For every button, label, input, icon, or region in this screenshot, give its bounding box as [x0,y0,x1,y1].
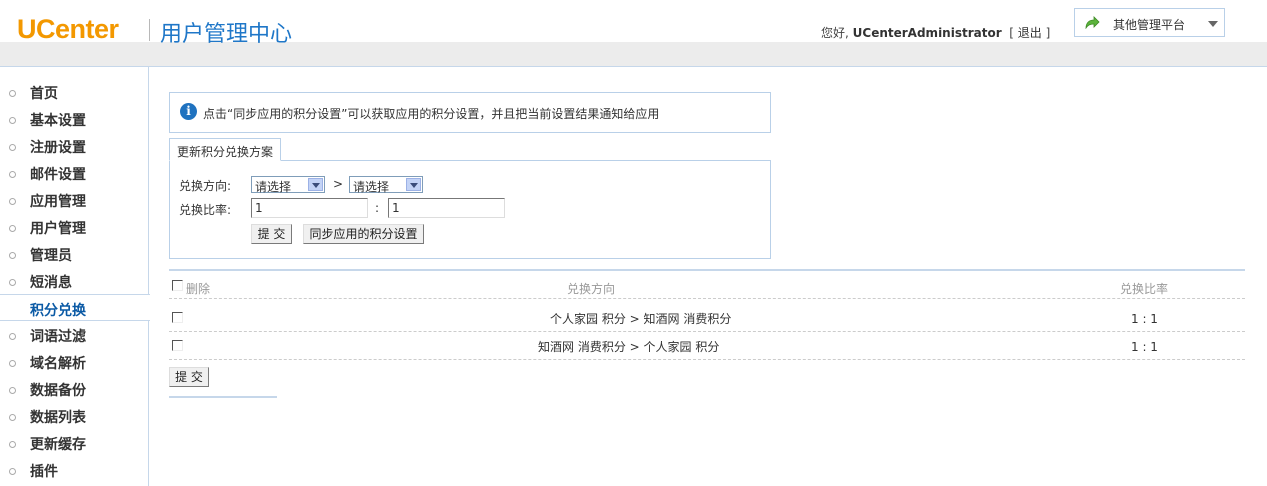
other-platform-dropdown[interactable]: 其他管理平台 [1074,8,1225,37]
bullet-icon [9,225,16,232]
sidebar-item-label: 更新缓存 [30,437,86,453]
table-header: 删除 兑换方向 兑换比率 [169,271,1245,299]
sync-credit-settings-button[interactable]: 同步应用的积分设置 [303,224,424,244]
table-row: 个人家园 积分 > 知酒网 消费积分 1 : 1 [169,304,1245,332]
bullet-icon [9,198,16,205]
sidebar-item-mail-settings[interactable]: 邮件设置 [0,159,149,186]
bullet-icon [9,441,16,448]
ratio-label: 兑换比率: [179,203,232,217]
sidebar: 首页 基本设置 注册设置 邮件设置 应用管理 用户管理 管理员 短消息 积分兑换… [0,67,150,486]
sidebar-item-data-list[interactable]: 数据列表 [0,402,149,429]
bullet-icon [9,468,16,475]
info-notice: i 点击“同步应用的积分设置”可以获取应用的积分设置，并且把当前设置结果通知给应… [169,92,771,133]
tab-update-exchange[interactable]: 更新积分兑换方案 [169,138,281,161]
sidebar-item-label: 词语过滤 [30,329,86,345]
chevron-down-icon [308,178,323,191]
header-delete: 删除 [186,282,211,296]
logo-divider [149,19,150,41]
ratio-from-value: 1 [255,201,263,215]
from-credit-select[interactable]: 请选择 [251,176,325,194]
sidebar-item-register-settings[interactable]: 注册设置 [0,132,149,159]
select-value: 请选择 [353,180,390,194]
delete-submit-button[interactable]: 提 交 [169,367,209,387]
ratio-separator: : [375,201,380,215]
sidebar-item-label: 数据列表 [30,410,86,426]
sidebar-item-cache[interactable]: 更新缓存 [0,429,149,456]
bullet-icon [9,117,16,124]
logout-bracket-close: ] [1045,26,1051,40]
sidebar-item-home[interactable]: 首页 [0,78,149,105]
sidebar-item-apps[interactable]: 应用管理 [0,186,149,213]
chevron-down-icon [406,178,421,191]
greeting: 您好, [821,26,849,40]
header: UCenter 用户管理中心 您好, UCenterAdministrator … [0,0,1267,67]
logout-link[interactable]: 退出 [1018,26,1042,40]
sidebar-item-label: 用户管理 [30,221,86,237]
info-icon: i [180,103,197,120]
ratio-to-input[interactable]: 1 [388,198,505,218]
sidebar-item-label: 应用管理 [30,194,86,210]
sidebar-item-label: 短消息 [30,275,72,291]
sidebar-item-label: 数据备份 [30,383,86,399]
sidebar-item-label: 插件 [30,464,58,480]
sidebar-item-users[interactable]: 用户管理 [0,213,149,240]
bullet-icon [9,252,16,259]
platform-label: 其他管理平台 [1113,18,1186,32]
row-ratio: 1 : 1 [1131,312,1158,326]
table-row: 知酒网 消费积分 > 个人家园 积分 1 : 1 [169,332,1245,360]
username: UCenterAdministrator [852,26,1002,40]
sidebar-item-admins[interactable]: 管理员 [0,240,149,267]
select-value: 请选择 [255,180,292,194]
header-ratio: 兑换比率 [1120,282,1169,296]
tab-label: 更新积分兑换方案 [177,145,274,159]
site-title: 用户管理中心 [160,22,293,47]
sidebar-item-credit-exchange[interactable]: 积分兑换 [0,294,150,321]
ratio-from-input[interactable]: 1 [251,198,368,218]
direction-arrow: > [333,177,344,191]
row-direction: 知酒网 消费积分 > 个人家园 积分 [538,340,720,354]
sidebar-item-label: 基本设置 [30,113,86,129]
bullet-icon [9,414,16,421]
user-info: 您好, UCenterAdministrator [ 退出 ] [821,24,1050,41]
bullet-icon [9,360,16,367]
logout-bracket-open: [ [1009,26,1014,40]
main-content: i 点击“同步应用的积分设置”可以获取应用的积分设置，并且把当前设置结果通知给应… [169,67,1249,486]
sidebar-item-label: 注册设置 [30,140,86,156]
bullet-icon [9,387,16,394]
sidebar-item-plugins[interactable]: 插件 [0,456,149,483]
ratio-to-value: 1 [392,201,400,215]
notice-text: 点击“同步应用的积分设置”可以获取应用的积分设置，并且把当前设置结果通知给应用 [203,107,660,121]
bullet-icon [9,90,16,97]
row-ratio: 1 : 1 [1131,340,1158,354]
select-all-checkbox[interactable] [172,280,183,291]
share-arrow-icon [1085,16,1100,29]
sidebar-item-backup[interactable]: 数据备份 [0,375,149,402]
row-checkbox[interactable] [172,312,183,323]
sidebar-item-word-filter[interactable]: 词语过滤 [0,321,149,348]
direction-label: 兑换方向: [179,179,232,193]
row-direction: 个人家园 积分 > 知酒网 消费积分 [550,312,732,326]
header-direction: 兑换方向 [567,282,616,296]
bullet-icon [9,171,16,178]
ucenter-logo[interactable]: UCenter [17,14,119,45]
bullet-icon [9,279,16,286]
bullet-icon [9,144,16,151]
sidebar-item-label: 管理员 [30,248,72,264]
exchange-form: 兑换方向: 请选择 > 请选择 兑换比率: 1 : 1 提 交 同步应用的积分设… [169,160,771,259]
sidebar-item-dns[interactable]: 域名解析 [0,348,149,375]
to-credit-select[interactable]: 请选择 [349,176,423,194]
bullet-icon [9,333,16,340]
sidebar-item-label: 域名解析 [30,356,86,372]
sidebar-item-label: 首页 [30,86,58,102]
sidebar-item-label: 积分兑换 [30,303,86,319]
row-checkbox[interactable] [172,340,183,351]
chevron-down-icon [1208,21,1218,27]
sidebar-item-label: 邮件设置 [30,167,86,183]
sidebar-item-messages[interactable]: 短消息 [0,267,149,294]
bottom-divider [169,396,277,398]
submit-button[interactable]: 提 交 [251,224,292,244]
sidebar-item-basic-settings[interactable]: 基本设置 [0,105,149,132]
